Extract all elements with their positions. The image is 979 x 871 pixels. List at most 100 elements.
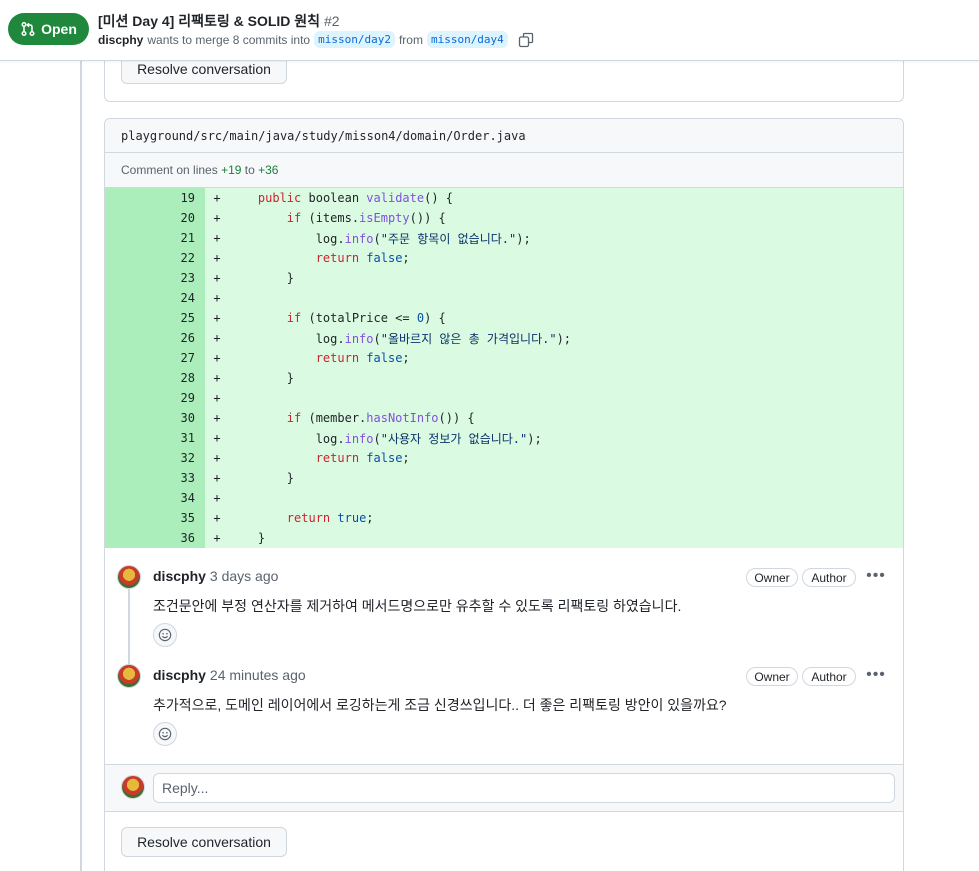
code-line: return false;: [229, 251, 410, 265]
line-number[interactable]: 32: [105, 448, 205, 468]
diff-marker: +: [213, 351, 221, 365]
pr-author-link[interactable]: discphy: [98, 33, 143, 47]
code-token: );: [516, 231, 531, 246]
diff-marker: +: [213, 511, 221, 525]
file-path[interactable]: playground/src/main/java/study/misson4/d…: [105, 119, 903, 153]
line-number[interactable]: 34: [105, 488, 205, 508]
from-text: from: [398, 32, 423, 47]
code-line: log.info("사용자 정보가 없습니다.");: [229, 430, 542, 447]
smiley-icon: [158, 628, 172, 642]
head-branch[interactable]: misson/day4: [426, 31, 508, 48]
comment-body: 조건문안에 부정 연산자를 제거하여 메서드명으로만 유추할 수 있도록 리팩토…: [153, 598, 682, 614]
code-token: return: [315, 451, 360, 465]
avatar[interactable]: [117, 565, 141, 589]
code-token: (items.: [301, 211, 360, 225]
line-number[interactable]: 33: [105, 468, 205, 488]
diff-line: 28 + }: [105, 368, 903, 388]
pr-merge-summary: discphy wants to merge 8 commits into mi…: [98, 31, 534, 48]
base-branch[interactable]: misson/day2: [314, 31, 395, 48]
diff-marker: +: [213, 231, 221, 245]
code-token: log.: [229, 431, 345, 446]
code-token: return: [286, 511, 331, 525]
line-number[interactable]: 28: [105, 368, 205, 388]
code-token: }: [229, 471, 295, 485]
add-reaction-button[interactable]: [153, 623, 177, 647]
resolve-conversation-button[interactable]: Resolve conversation: [121, 827, 287, 857]
code-line: return false;: [229, 451, 410, 465]
code-line: log.info("올바르지 않은 총 가격입니다.");: [229, 330, 571, 347]
reply-input[interactable]: [153, 773, 895, 803]
merge-text: wants to merge 8 commits into: [147, 32, 311, 47]
pr-state-label: Open: [41, 21, 77, 37]
code-token: info: [344, 431, 374, 446]
code-token: "올바르지 않은 총 가격입니다.": [380, 331, 557, 346]
line-number[interactable]: 24: [105, 288, 205, 308]
comment-timestamp[interactable]: 3 days ago: [210, 568, 279, 584]
code-token: if: [286, 211, 302, 225]
line-number[interactable]: 35: [105, 508, 205, 528]
diff-marker: +: [213, 371, 221, 385]
line-number[interactable]: 23: [105, 268, 205, 288]
owner-badge: Owner: [746, 667, 798, 686]
line-end: +36: [258, 163, 279, 177]
diff-line: 29 +: [105, 388, 903, 408]
code-token: (: [373, 331, 381, 346]
code-token: false: [366, 351, 403, 365]
diff-marker: +: [213, 531, 221, 545]
code-token: ;: [402, 451, 410, 465]
code-token: true: [337, 511, 367, 525]
code-token: 0: [416, 311, 425, 325]
code-token: boolean: [301, 191, 367, 205]
owner-badge: Owner: [746, 568, 798, 587]
diff-line: 25 + if (totalPrice <= 0) {: [105, 308, 903, 328]
line-number[interactable]: 30: [105, 408, 205, 428]
comment-timestamp[interactable]: 24 minutes ago: [210, 667, 306, 683]
line-number[interactable]: 31: [105, 428, 205, 448]
code-line: if (totalPrice <= 0) {: [229, 311, 446, 325]
diff-marker: +: [213, 271, 221, 285]
comment-author[interactable]: discphy: [153, 568, 206, 584]
comment-header: discphy 24 minutes ago: [153, 667, 306, 683]
comment-author[interactable]: discphy: [153, 667, 206, 683]
code-line: return false;: [229, 351, 410, 365]
code-token: );: [556, 331, 572, 346]
diff-marker: +: [213, 431, 221, 445]
diff-marker: +: [213, 191, 221, 205]
add-reaction-button[interactable]: [153, 722, 177, 746]
line-number[interactable]: 22: [105, 248, 205, 268]
current-user-avatar: [121, 775, 145, 799]
code-token: (member.: [301, 411, 367, 425]
code-line: public boolean validate() {: [229, 191, 453, 205]
kebab-horizontal-icon[interactable]: •••: [865, 666, 887, 683]
diff-marker: +: [213, 471, 221, 485]
code-token: () {: [424, 191, 453, 205]
line-number[interactable]: 20: [105, 208, 205, 228]
line-number[interactable]: 25: [105, 308, 205, 328]
line-number[interactable]: 27: [105, 348, 205, 368]
diff-line: 27 + return false;: [105, 348, 903, 368]
line-number[interactable]: 21: [105, 228, 205, 248]
pr-sticky-header: Open [미션 Day 4] 리팩토링 & SOLID 원칙 #2 discp…: [0, 0, 979, 61]
code-token: isEmpty: [359, 211, 410, 225]
line-number[interactable]: 29: [105, 388, 205, 408]
code-line: if (member.hasNotInfo()) {: [229, 411, 475, 425]
line-number[interactable]: 19: [105, 188, 205, 208]
code-line: }: [229, 371, 294, 385]
kebab-horizontal-icon[interactable]: •••: [865, 567, 887, 584]
pr-title-text: [미션 Day 4] 리팩토링 & SOLID 원칙: [98, 13, 321, 29]
line-number[interactable]: 26: [105, 328, 205, 348]
diff-line: 32 + return false;: [105, 448, 903, 468]
code-token: hasNotInfo: [366, 411, 439, 425]
diff-line: 30 + if (member.hasNotInfo()) {: [105, 408, 903, 428]
copy-icon[interactable]: [518, 32, 534, 48]
line-number[interactable]: 36: [105, 528, 205, 548]
diff-marker: +: [213, 311, 221, 325]
line-start: +19: [221, 163, 242, 177]
timeline-line: [80, 61, 82, 871]
avatar[interactable]: [117, 664, 141, 688]
